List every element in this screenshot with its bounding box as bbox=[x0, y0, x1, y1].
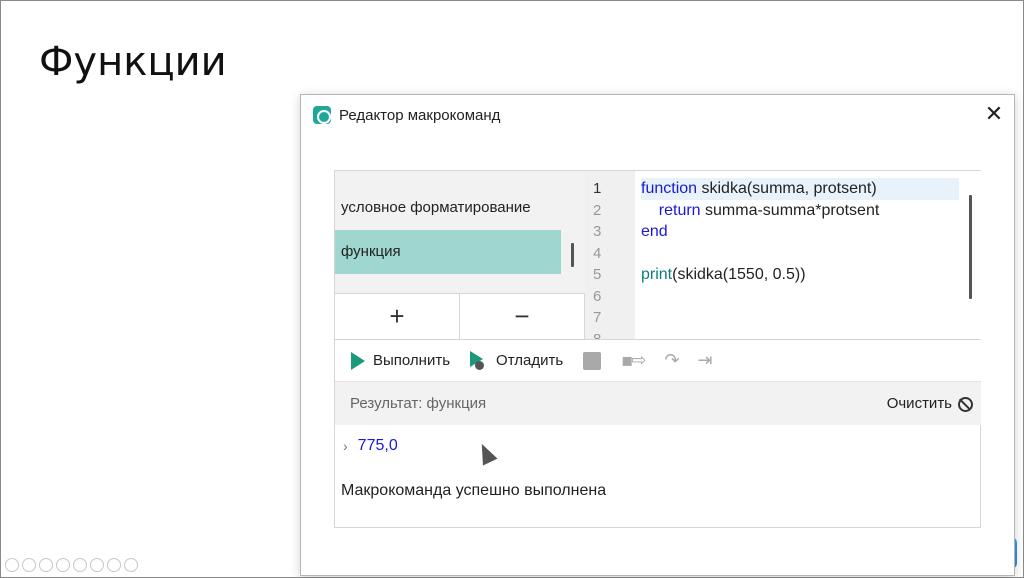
macro-editor-icon bbox=[313, 106, 331, 124]
debug-label: Отладить bbox=[496, 352, 564, 369]
add-macro-button[interactable]: + bbox=[335, 294, 459, 339]
debug-icon bbox=[470, 350, 488, 371]
step-into-icon[interactable]: ↷ bbox=[664, 350, 679, 371]
list-item-selected[interactable]: функция bbox=[335, 230, 561, 274]
code-line: function skidka(summa, protsent) bbox=[641, 178, 959, 200]
prev-slide-icon[interactable] bbox=[5, 558, 19, 572]
list-item[interactable]: условное форматирование bbox=[335, 186, 561, 230]
clear-icon bbox=[958, 396, 973, 412]
status-message: Макрокоманда успешно выполнена bbox=[341, 482, 607, 499]
remove-macro-button[interactable]: − bbox=[459, 294, 584, 339]
run-label: Выполнить bbox=[373, 352, 451, 369]
run-toolbar: Выполнить Отладить ▪⇨ ↷ ⇥ bbox=[335, 339, 981, 381]
list-scrollbar[interactable] bbox=[571, 243, 574, 267]
dialog-title: Редактор макрокоманд bbox=[339, 106, 501, 124]
list-buttons: + − bbox=[335, 293, 584, 339]
step-over-icon[interactable]: ▪⇨ bbox=[621, 350, 646, 371]
grid-icon[interactable] bbox=[90, 558, 104, 572]
code-text: (skidka(1550, 0.5)) bbox=[672, 266, 806, 283]
step-out-icon[interactable]: ⇥ bbox=[698, 350, 713, 371]
code-function: print bbox=[641, 266, 673, 283]
line-number: 8 bbox=[593, 330, 602, 340]
macro-list: условное форматирование функция bbox=[335, 171, 585, 293]
line-number: 6 bbox=[593, 287, 602, 305]
play-icon bbox=[351, 351, 365, 370]
code-line: end bbox=[641, 221, 959, 243]
line-number: 1 bbox=[593, 180, 602, 197]
macro-editor-dialog: Редактор макрокоманд ✕ условное форматир… bbox=[300, 94, 1015, 576]
line-number: 2 bbox=[593, 201, 602, 219]
zoom-icon[interactable] bbox=[73, 558, 87, 572]
result-header: Результат: функция Очистить bbox=[335, 381, 981, 425]
editor-panel: условное форматирование функция + − 1 2 … bbox=[334, 170, 981, 528]
next-slide-icon[interactable] bbox=[22, 558, 36, 572]
stop-icon[interactable] bbox=[583, 351, 602, 370]
line-number: 7 bbox=[593, 309, 602, 326]
clear-button[interactable]: Очистить bbox=[887, 382, 973, 426]
line-number: 3 bbox=[593, 223, 602, 240]
run-button[interactable]: Выполнить bbox=[351, 351, 451, 370]
code-editor[interactable]: 1 2 3 4 5 6 7 8 function skidka(summa, p… bbox=[585, 171, 981, 339]
output-value: 775,0 bbox=[357, 437, 398, 454]
code-area[interactable]: function skidka(summa, protsent) return … bbox=[641, 178, 959, 339]
chevron-right-icon[interactable]: › bbox=[343, 438, 348, 454]
camera-icon[interactable] bbox=[107, 558, 121, 572]
editor-scrollbar[interactable] bbox=[969, 195, 972, 299]
code-text: summa-summa*protsent bbox=[700, 201, 880, 219]
dialog-titlebar: Редактор макрокоманд bbox=[313, 104, 500, 126]
code-line: return summa-summa*protsent bbox=[641, 200, 959, 222]
code-keyword: function bbox=[641, 180, 698, 197]
result-title: Результат: функция bbox=[350, 395, 487, 412]
slide-toolbar bbox=[5, 558, 138, 572]
pen-icon[interactable] bbox=[39, 558, 53, 572]
close-icon[interactable]: ✕ bbox=[981, 101, 1007, 127]
line-number: 4 bbox=[593, 244, 602, 262]
code-keyword: end bbox=[641, 223, 668, 240]
line-number-gutter: 1 2 3 4 5 6 7 8 bbox=[585, 171, 635, 339]
slide-title: Функции bbox=[39, 39, 227, 85]
macro-list-pane: условное форматирование функция + − bbox=[335, 171, 585, 339]
code-text: skidka(summa, protsent) bbox=[697, 180, 877, 197]
copy-icon[interactable] bbox=[56, 558, 70, 572]
more-icon[interactable] bbox=[124, 558, 138, 572]
slide-frame: Функции Редактор макрокоманд ✕ условное … bbox=[0, 0, 1024, 578]
output-row[interactable]: › 775,0 bbox=[343, 437, 398, 455]
code-keyword: return bbox=[658, 201, 701, 219]
line-number: 5 bbox=[593, 266, 602, 283]
debug-button[interactable]: Отладить bbox=[470, 350, 564, 371]
clear-label: Очистить bbox=[886, 395, 952, 412]
code-line: print(skidka(1550, 0.5)) bbox=[641, 264, 959, 286]
